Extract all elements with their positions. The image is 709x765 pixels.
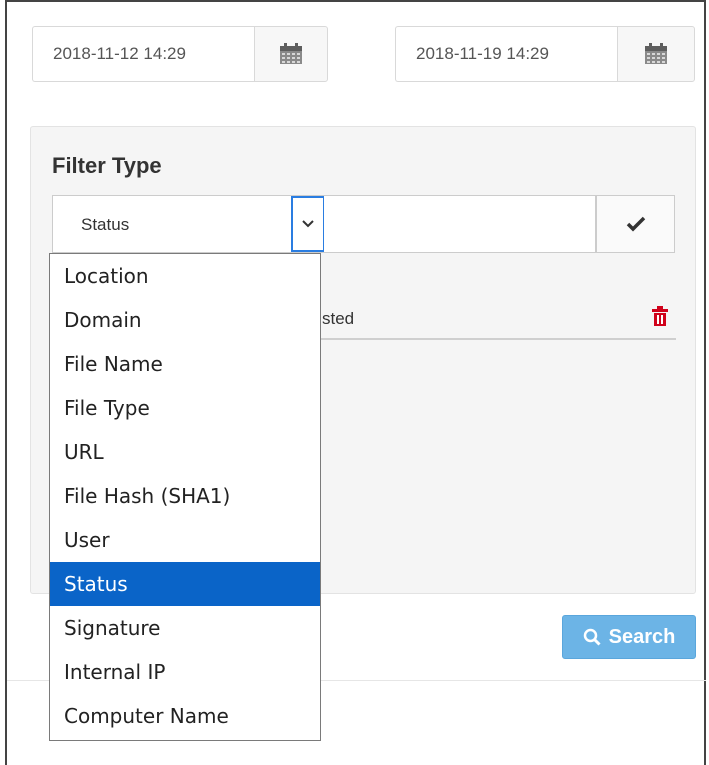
filter-value-input[interactable]: [324, 195, 596, 253]
dropdown-option-internal-ip[interactable]: Internal IP: [50, 650, 320, 694]
filter-type-dropdown-toggle[interactable]: [291, 196, 325, 252]
checkmark-icon: [626, 216, 645, 232]
calendar-icon: [645, 43, 667, 64]
search-button[interactable]: Search: [562, 615, 696, 659]
end-date-input[interactable]: 2018-11-19 14:29: [395, 26, 617, 82]
filter-type-select[interactable]: Status: [52, 195, 325, 253]
dropdown-option-location[interactable]: Location: [50, 254, 320, 298]
dropdown-option-domain[interactable]: Domain: [50, 298, 320, 342]
start-date-group: 2018-11-12 14:29: [32, 26, 328, 84]
dropdown-option-status[interactable]: Status: [50, 562, 320, 606]
chevron-down-icon: [302, 220, 314, 228]
filter-type-selected-value: Status: [81, 215, 130, 234]
dropdown-option-file-type[interactable]: File Type: [50, 386, 320, 430]
filter-type-dropdown-list: Location Domain File Name File Type URL …: [49, 253, 321, 741]
dropdown-option-computer-name[interactable]: Computer Name: [50, 694, 320, 738]
dropdown-option-file-hash[interactable]: File Hash (SHA1): [50, 474, 320, 518]
start-date-input[interactable]: 2018-11-12 14:29: [32, 26, 254, 82]
start-date-calendar-button[interactable]: [254, 26, 328, 82]
end-date-calendar-button[interactable]: [617, 26, 695, 82]
dropdown-option-file-name[interactable]: File Name: [50, 342, 320, 386]
existing-filter-text: sted: [322, 309, 355, 328]
calendar-icon: [280, 43, 302, 64]
dropdown-option-url[interactable]: URL: [50, 430, 320, 474]
delete-filter-button[interactable]: [652, 306, 668, 331]
apply-filter-button[interactable]: [596, 195, 675, 253]
dropdown-option-user[interactable]: User: [50, 518, 320, 562]
search-icon: [583, 628, 601, 646]
filter-type-title: Filter Type: [52, 153, 162, 178]
dropdown-option-signature[interactable]: Signature: [50, 606, 320, 650]
end-date-group: 2018-11-19 14:29: [395, 26, 695, 84]
search-button-label: Search: [608, 625, 676, 648]
trash-icon: [652, 306, 668, 326]
